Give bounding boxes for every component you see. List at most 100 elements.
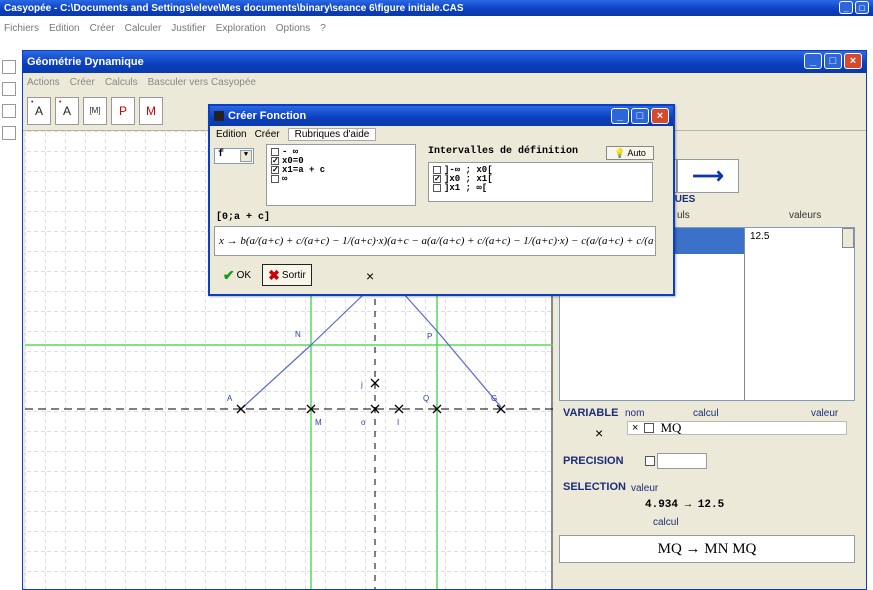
function-name-select[interactable]: f ▼: [214, 148, 254, 164]
point-row[interactable]: ∞: [271, 173, 411, 184]
app-menu-fichiers[interactable]: Fichiers: [4, 23, 39, 34]
variable-x-mark: ×: [595, 425, 604, 441]
geometry-title-bar: Géométrie Dynamique _ □ ×: [23, 51, 866, 73]
geo-menu-actions[interactable]: Actions: [27, 77, 60, 88]
variable-name: MQ: [660, 420, 682, 435]
point-label-A: A: [227, 394, 233, 403]
auto-label: Auto: [627, 148, 646, 158]
geo-menu-calculs[interactable]: Calculs: [105, 77, 138, 88]
app-menu-calculer[interactable]: Calculer: [125, 23, 162, 34]
lightbulb-icon: 💡: [614, 147, 626, 158]
segment-point-tool-button[interactable]: P: [111, 96, 135, 125]
variable-nom-header: nom: [625, 408, 645, 419]
geometry-maximize-button[interactable]: □: [824, 53, 842, 69]
geometry-menubar: Actions Créer Calculs Basculer vers Casy…: [23, 73, 866, 91]
precision-slider[interactable]: [657, 453, 707, 469]
intervals-label: Intervalles de définition: [428, 146, 579, 157]
dialog-title: Créer Fonction: [228, 110, 307, 122]
midpoint-icon: M: [146, 103, 156, 118]
list-scrollbar[interactable]: [842, 228, 854, 248]
intervals-list[interactable]: ]-∞ ; x0[ ✓]x0 ; x1[ ]x1 ; ∞[: [428, 162, 653, 202]
function-name: f: [218, 149, 225, 160]
variable-valeur-header: valeur: [811, 408, 839, 419]
app-menu-help[interactable]: ?: [320, 23, 326, 34]
geometry-minimize-button[interactable]: _: [804, 53, 822, 69]
variable-row-x: ×: [632, 422, 639, 434]
interval-row[interactable]: ]x1 ; ∞[: [433, 182, 648, 193]
point-label-N: N: [295, 330, 301, 339]
point-label-Q: Q: [423, 394, 429, 403]
point-checkbox[interactable]: ✓: [271, 156, 279, 165]
dialog-menubar: Edition Créer Rubriques d'aide: [210, 126, 673, 142]
points-list[interactable]: - ∞ ✓ x0=0 ✓ x1=a + c ∞: [266, 144, 416, 206]
geo-menu-creer[interactable]: Créer: [70, 77, 95, 88]
app-title-bar: Casyopée - C:\Documents and Settings\ele…: [0, 0, 873, 16]
function-expression-box[interactable]: x → b(a/(a+c) + c/(a+c) − 1/(a+c)·x)(a+c…: [214, 226, 656, 256]
interval-label: ]x1 ; ∞[: [444, 182, 488, 193]
midpoint-tool-button[interactable]: M: [139, 96, 163, 125]
dialog-menu-edition[interactable]: Edition: [216, 129, 247, 140]
point-coords-tool-button[interactable]: • A: [55, 96, 79, 125]
dialog-x-mark: ×: [366, 268, 375, 284]
point-checkbox[interactable]: ✓: [271, 165, 279, 174]
point-row[interactable]: ✓ x1=a + c: [271, 165, 411, 175]
point-coords-icon: A: [62, 103, 71, 118]
row-value: 12.5: [750, 231, 770, 242]
side-tool-3[interactable]: [2, 104, 16, 118]
segment-tool-button[interactable]: [M]: [83, 96, 107, 125]
point-label-I: I: [397, 418, 399, 427]
selection-label: SELECTION: [563, 481, 626, 493]
app-menu-exploration[interactable]: Exploration: [216, 23, 266, 34]
chevron-down-icon[interactable]: ▼: [240, 150, 252, 162]
ok-button[interactable]: ✔ OK: [216, 264, 258, 286]
app-maximize-button[interactable]: □: [855, 1, 869, 14]
apply-arrow-button[interactable]: ⟶: [677, 159, 739, 193]
selection-calcul-label: calcul: [653, 517, 679, 528]
app-menu-justifier[interactable]: Justifier: [171, 23, 205, 34]
ok-label: OK: [236, 269, 252, 281]
app-minimize-button[interactable]: _: [839, 1, 853, 14]
interval-checkbox[interactable]: [433, 165, 441, 174]
column-header-valeurs: valeurs: [789, 210, 822, 221]
point-checkbox[interactable]: [271, 174, 279, 183]
selection-valeur-label: valeur: [631, 483, 659, 494]
selected-interval: [0;a + c]: [216, 212, 271, 223]
point-label-M: M: [315, 418, 322, 427]
side-tool-2[interactable]: [2, 82, 16, 96]
function-expression: x → b(a/(a+c) + c/(a+c) − 1/(a+c)·x)(a+c…: [219, 235, 655, 247]
dialog-app-icon: [214, 111, 224, 121]
auto-button[interactable]: 💡 Auto: [606, 146, 654, 160]
check-icon: ✔: [222, 266, 235, 283]
right-arrow-icon: ⟶: [692, 163, 724, 188]
variable-row[interactable]: × MQ: [627, 420, 847, 435]
sortir-button[interactable]: ✖ Sortir: [262, 264, 312, 286]
dialog-maximize-button[interactable]: □: [631, 108, 649, 124]
selection-expression[interactable]: MQ → MN MQ: [559, 535, 855, 563]
dialog-minimize-button[interactable]: _: [611, 108, 629, 124]
interval-checkbox[interactable]: ✓: [433, 174, 441, 183]
dialog-close-button[interactable]: ×: [651, 108, 669, 124]
point-tool-button[interactable]: • A: [27, 96, 51, 125]
dialog-menu-aide[interactable]: Rubriques d'aide: [287, 127, 377, 141]
red-x-icon: ✖: [268, 266, 280, 283]
point-checkbox[interactable]: [271, 147, 279, 156]
app-menu-edition[interactable]: Edition: [49, 23, 80, 34]
dialog-title-bar: Créer Fonction _ □ ×: [210, 106, 673, 126]
segment-point-icon: P: [118, 103, 127, 118]
variable-label: VARIABLE: [563, 407, 619, 419]
side-tool-1[interactable]: [2, 60, 16, 74]
precision-checkbox[interactable]: [645, 456, 655, 466]
interval-checkbox[interactable]: [433, 183, 441, 192]
point-label: ∞: [282, 173, 288, 184]
side-tool-4[interactable]: [2, 126, 16, 140]
variable-checkbox[interactable]: [644, 423, 655, 433]
dialog-menu-creer[interactable]: Créer: [255, 129, 280, 140]
app-menu-creer[interactable]: Créer: [90, 23, 115, 34]
geo-menu-basculer[interactable]: Basculer vers Casyopée: [148, 77, 256, 88]
segment-icon: [M]: [89, 106, 101, 115]
geometry-title: Géométrie Dynamique: [27, 56, 144, 68]
geometry-close-button[interactable]: ×: [844, 53, 862, 69]
create-function-dialog: Créer Fonction _ □ × Edition Créer Rubri…: [208, 104, 675, 296]
app-menu-options[interactable]: Options: [276, 23, 310, 34]
app-menubar: Fichiers Edition Créer Calculer Justifie…: [0, 20, 873, 36]
